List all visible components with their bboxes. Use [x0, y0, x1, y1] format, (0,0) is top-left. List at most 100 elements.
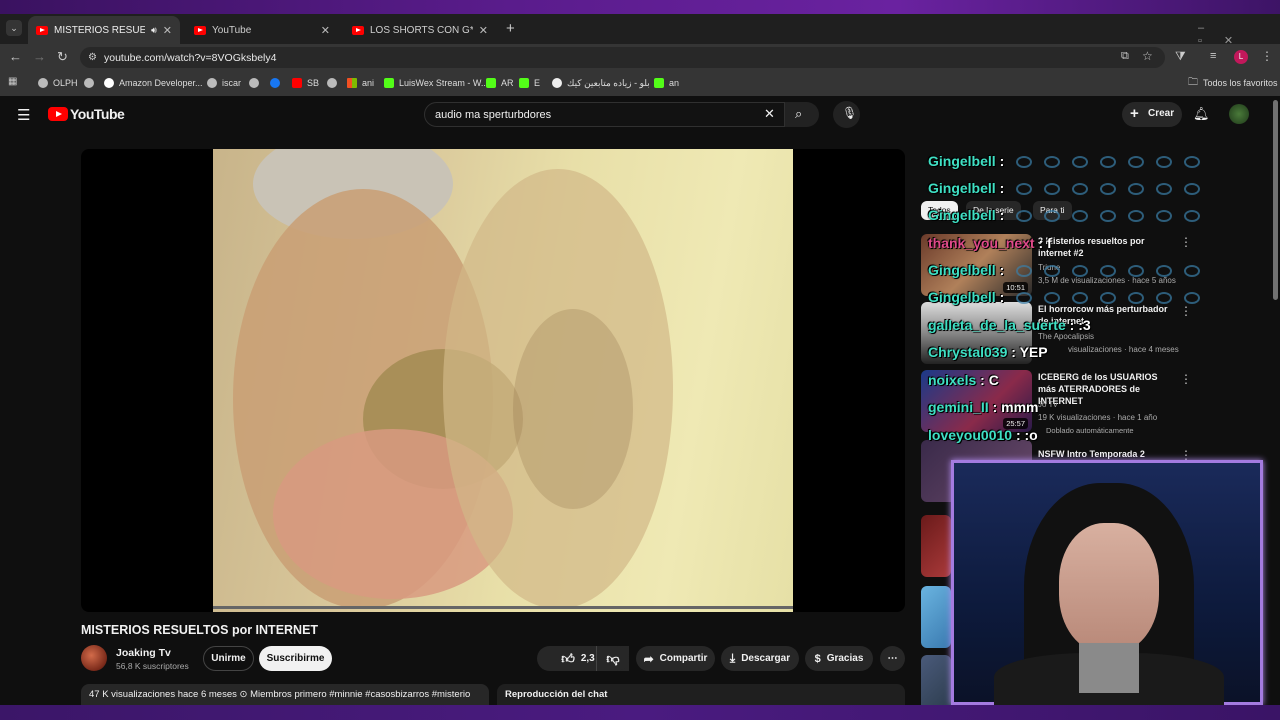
bookmark-item[interactable] [84, 76, 94, 90]
recommendation-channel[interactable]: Jo Tv [1038, 400, 1057, 409]
more-options-icon[interactable]: ⋮ [1180, 372, 1192, 386]
dislike-button[interactable]: 👎︎ [596, 646, 629, 671]
recommendation-title[interactable]: NSFW Intro Temporada 2 [1038, 448, 1178, 460]
share-button[interactable]: ➦ Compartir [636, 646, 715, 671]
close-tab-icon[interactable]: ✕ [479, 24, 488, 37]
chat-message: : mmm [988, 399, 1039, 415]
tab-youtube[interactable]: YouTube ✕ [186, 16, 338, 44]
chat-replay-header[interactable]: Reproducción del chat [497, 684, 905, 706]
back-icon[interactable]: ← [9, 49, 22, 64]
search-icon: ⌕ [795, 106, 803, 121]
join-button[interactable]: Unirme [203, 646, 254, 671]
site-info-icon[interactable]: ⚙ [88, 52, 97, 63]
menu-icon[interactable]: ⋮ [1261, 49, 1273, 63]
chat-emote-icon [1128, 292, 1145, 305]
bookmark-item[interactable]: بلو - زياده متابعين كيك [552, 76, 650, 90]
download-button[interactable]: ⤓ Descargar [721, 646, 799, 671]
media-control-icon[interactable]: ≡ [1210, 50, 1216, 62]
bookmark-item[interactable]: SB [292, 76, 319, 90]
more-actions-button[interactable]: ⋯ [880, 646, 905, 671]
recommendation-title[interactable]: ICEBERG de los USUARIOS más ATERRADORES … [1038, 371, 1178, 407]
address-bar[interactable]: youtube.com/watch?v=8VOGksbely4 [80, 47, 1165, 68]
profile-avatar[interactable]: L [1234, 50, 1248, 64]
voice-search-button[interactable]: 🎙︎ [833, 101, 860, 128]
chat-emote-icon [1016, 183, 1033, 196]
account-avatar[interactable] [1229, 104, 1249, 124]
chat-message: : [995, 207, 1005, 223]
channel-name[interactable]: Joaking Tv [116, 647, 171, 659]
chat-emote-icon [1044, 183, 1061, 196]
chat-emote-icon [1044, 292, 1061, 305]
bookmark-item[interactable] [249, 76, 259, 90]
bookmark-item[interactable] [270, 76, 280, 90]
new-tab-button[interactable]: + [506, 20, 515, 37]
close-tab-icon[interactable]: ✕ [163, 24, 172, 37]
recommendation-thumbnail[interactable] [921, 515, 951, 577]
tab-search-button[interactable]: ⌄ [6, 20, 22, 36]
bookmark-item[interactable]: iscar [207, 76, 241, 90]
dubbed-badge: Doblado automáticamente [1046, 426, 1134, 435]
scrollbar-thumb[interactable] [1273, 100, 1278, 300]
kick-icon [519, 78, 529, 88]
search-query: audio ma sperturbdores [435, 109, 552, 121]
download-icon: ⤓ [729, 651, 736, 665]
bookmark-item[interactable]: an [654, 76, 679, 90]
notifications-bell-icon[interactable]: 🔔︎ [1193, 106, 1210, 122]
search-input[interactable]: audio ma sperturbdores [424, 102, 785, 127]
all-bookmarks-folder[interactable]: 🗀 Todos los favoritos [1188, 76, 1278, 90]
chat-emote-icon [1128, 183, 1145, 196]
video-progress-track[interactable] [213, 606, 793, 609]
bookmark-star-icon[interactable]: ☆ [1142, 49, 1153, 63]
chat-message: : [995, 262, 1005, 278]
chat-username: loveyou0010 [928, 427, 1013, 443]
bookmark-item[interactable]: OLPH [38, 76, 78, 90]
bookmark-item[interactable]: LuisWex Stream - W... [384, 76, 488, 90]
tab-misterios[interactable]: MISTERIOS RESUELTOS por 🔊︎ ✕ [28, 16, 180, 44]
kick-icon [384, 78, 394, 88]
subscribe-button[interactable]: Suscribirme [259, 646, 332, 671]
bookmark-item[interactable]: ani [347, 76, 374, 90]
chat-emote-icon [1044, 265, 1061, 278]
youtube-logo-icon[interactable] [48, 107, 68, 121]
recommendation-thumbnail[interactable] [921, 586, 951, 648]
youtube-logo-text[interactable]: YouTube [70, 106, 125, 122]
create-button[interactable]: + Crear [1122, 102, 1182, 127]
close-tab-icon[interactable]: ✕ [321, 24, 330, 37]
webcam-collar [1079, 643, 1139, 693]
channel-avatar[interactable] [81, 645, 107, 671]
chat-replay-label: Reproducción del chat [505, 689, 608, 700]
share-icon: ➦ [643, 651, 654, 666]
super-thanks-icon: $ [814, 652, 821, 665]
bookmark-item[interactable]: AR [486, 76, 514, 90]
extensions-icon[interactable]: ⧩ [1175, 49, 1186, 64]
recommendation-channel[interactable]: The Apocalipsis [1038, 332, 1094, 341]
more-options-icon[interactable]: ⋮ [1180, 235, 1192, 249]
video-frame[interactable] [213, 149, 793, 612]
tab-shorts[interactable]: LOS SHORTS CON G*R3 DE YO ✕ [344, 16, 496, 44]
description-box[interactable]: 47 K visualizaciones hace 6 meses ⊙ Miem… [81, 684, 489, 706]
chat-emote-icon [1156, 265, 1173, 278]
create-label: Crear [1148, 108, 1175, 119]
clear-search-icon[interactable]: ✕ [764, 106, 775, 122]
stream-chat-line: loveyou0010 : :o [928, 427, 1038, 443]
bookmark-item[interactable]: Amazon Developer... [104, 76, 203, 90]
stream-chat-line: Gingelbell : [928, 207, 1201, 223]
apps-grid-icon[interactable]: ▦ [8, 76, 17, 87]
install-app-icon[interactable]: ⧉ [1121, 50, 1129, 63]
recommendation-title[interactable]: 3 Misterios resueltos por internet #2 [1038, 235, 1178, 259]
stream-chat-line: Gingelbell : [928, 153, 1201, 169]
bookmark-item[interactable]: E [519, 76, 540, 90]
search-button[interactable]: ⌕ [785, 102, 819, 127]
thumbs-down-icon: 👎︎ [606, 650, 620, 666]
forward-icon[interactable]: → [33, 49, 46, 64]
reload-icon[interactable]: ↻ [57, 49, 68, 65]
more-options-icon[interactable]: ⋮ [1180, 304, 1192, 318]
stream-chat-line: Gingelbell : [928, 289, 1201, 305]
kick-icon [486, 78, 496, 88]
bookmark-item[interactable] [327, 76, 337, 90]
chat-emote-icon [1016, 156, 1033, 169]
speaker-icon[interactable]: 🔊︎ [151, 25, 157, 36]
thanks-button[interactable]: $ Gracias [805, 646, 873, 671]
chat-message: : [995, 180, 1005, 196]
hamburger-menu-icon[interactable]: ☰ [17, 106, 30, 124]
